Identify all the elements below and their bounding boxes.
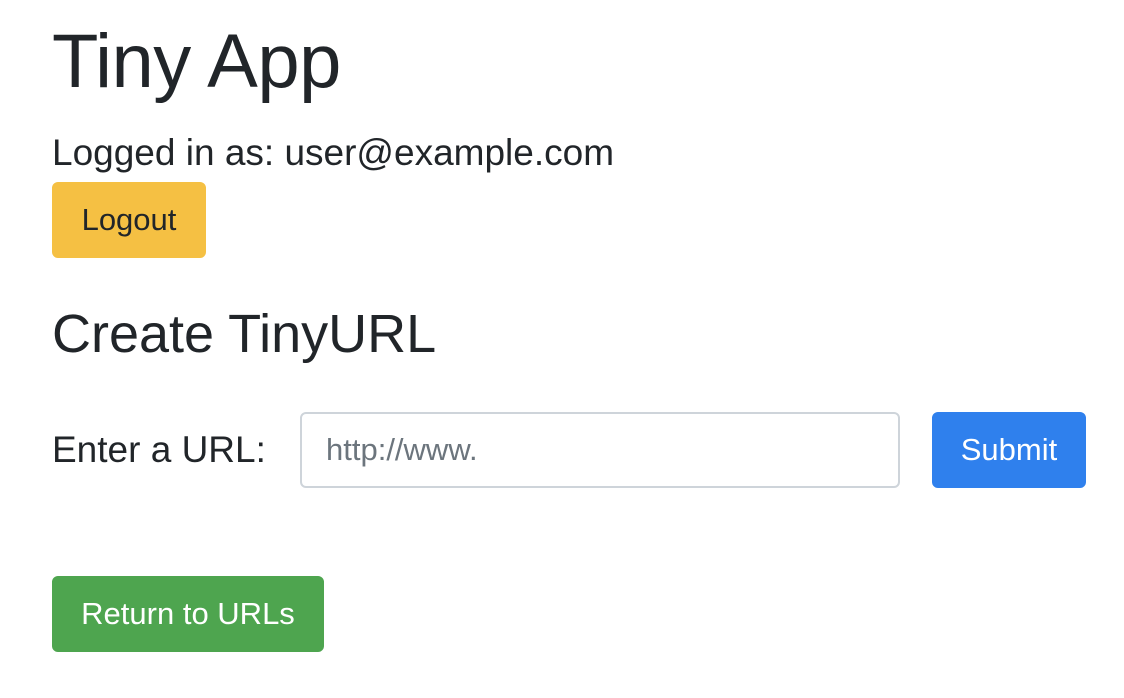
- create-tinyurl-heading: Create TinyURL: [52, 304, 437, 364]
- login-status: Logged in as: user@example.com: [52, 132, 615, 173]
- app-title: Tiny App: [52, 19, 341, 104]
- logout-button[interactable]: Logout: [52, 182, 206, 258]
- create-url-form: Enter a URL: Submit: [52, 412, 1092, 488]
- url-label: Enter a URL:: [52, 429, 266, 470]
- submit-button[interactable]: Submit: [932, 412, 1086, 488]
- return-to-urls-button[interactable]: Return to URLs: [52, 576, 324, 652]
- url-input[interactable]: [300, 412, 900, 488]
- page: Tiny App Logged in as: user@example.com …: [0, 0, 1124, 698]
